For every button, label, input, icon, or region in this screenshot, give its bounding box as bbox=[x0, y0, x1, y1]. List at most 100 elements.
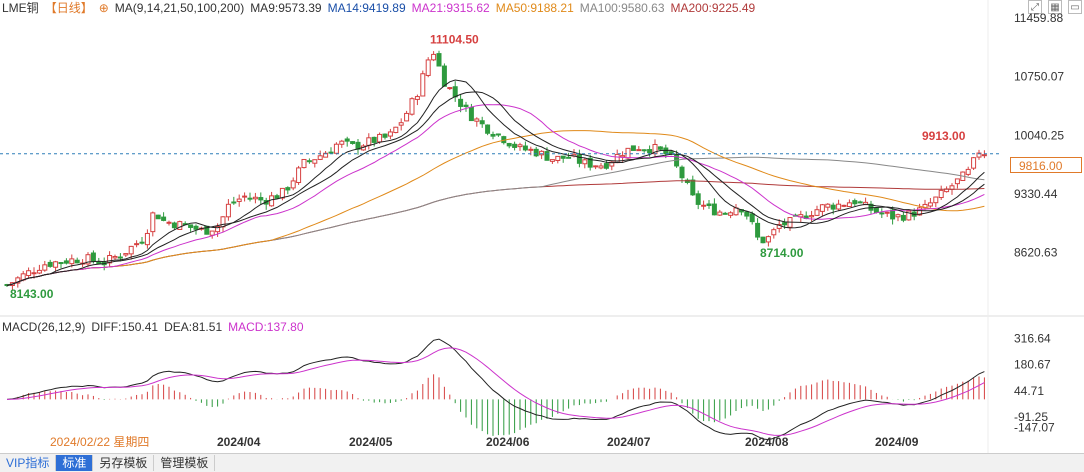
month-label: 2024/07 bbox=[607, 435, 651, 449]
candle-body bbox=[150, 212, 156, 233]
candle-body bbox=[630, 145, 636, 151]
candle-body bbox=[290, 180, 296, 189]
month-label: 2024/05 bbox=[349, 435, 393, 449]
candle-body bbox=[393, 126, 399, 134]
candle-body bbox=[690, 179, 696, 196]
tab-manage-template[interactable]: 管理模板 bbox=[154, 455, 216, 471]
dea-value: DEA:81.51 bbox=[164, 320, 223, 334]
tab-standard[interactable]: 标准 bbox=[56, 455, 94, 471]
candle-body bbox=[728, 212, 734, 216]
candle-body bbox=[576, 154, 582, 164]
candle-body bbox=[252, 196, 258, 200]
candle-body bbox=[431, 53, 437, 61]
tab-save-template[interactable]: 另存模板 bbox=[93, 455, 155, 471]
candle-body bbox=[350, 141, 356, 144]
start-low-annotation: 8143.00 bbox=[10, 287, 54, 301]
tab-vip[interactable]: VIP指标 bbox=[0, 455, 57, 471]
candle-body bbox=[695, 193, 701, 205]
candle-body bbox=[857, 201, 863, 204]
candle-body bbox=[544, 151, 550, 161]
price-tick-label: 10040.25 bbox=[1014, 128, 1064, 142]
candle-body bbox=[139, 241, 145, 244]
candle-body bbox=[517, 144, 523, 148]
candle-body bbox=[258, 197, 264, 201]
candle-body bbox=[722, 212, 728, 215]
high-annotation: 11104.50 bbox=[430, 32, 479, 46]
candle-body bbox=[425, 59, 431, 76]
price-chart: 11459.88 10750.07 10040.25 9330.44 8620.63 31… bbox=[0, 0, 1084, 453]
price-tick-label: 10750.07 bbox=[1014, 70, 1064, 84]
candle-body bbox=[603, 163, 609, 169]
candle-body bbox=[344, 138, 350, 142]
candle-body bbox=[749, 213, 755, 223]
candle-body bbox=[220, 216, 226, 228]
candle-body bbox=[895, 214, 901, 218]
candle-body bbox=[819, 204, 825, 212]
candle-body bbox=[765, 236, 771, 243]
candle-body bbox=[900, 214, 906, 221]
candle-body bbox=[625, 147, 631, 159]
candle-body bbox=[782, 222, 788, 226]
candle-body bbox=[701, 204, 707, 207]
macd-tick-label: 180.67 bbox=[1014, 358, 1051, 372]
ma21-line bbox=[6, 104, 985, 286]
candle-body bbox=[485, 124, 491, 134]
candle-body bbox=[26, 270, 32, 277]
candle-body bbox=[744, 211, 750, 217]
candle-body bbox=[155, 214, 161, 220]
macd-header: MACD(26,12,9) DIFF:150.41 DEA:81.51 MACD:13… bbox=[2, 319, 310, 335]
candle-body bbox=[846, 202, 852, 207]
candle-body bbox=[641, 149, 647, 152]
candle-body bbox=[490, 133, 496, 137]
candle-body bbox=[836, 203, 842, 210]
candle-body bbox=[225, 203, 231, 218]
candle-body bbox=[63, 260, 69, 264]
candle-body bbox=[414, 96, 420, 100]
candle-body bbox=[679, 166, 685, 179]
candle-body bbox=[420, 73, 426, 97]
candle-body bbox=[58, 262, 64, 265]
candle-body bbox=[236, 198, 242, 202]
price-tick-label: 8620.63 bbox=[1014, 246, 1058, 260]
candle-body bbox=[31, 272, 37, 275]
candle-body bbox=[479, 120, 485, 125]
recent-high-annotation: 9913.00 bbox=[922, 129, 966, 143]
candle-body bbox=[306, 160, 312, 163]
candle-body bbox=[193, 225, 199, 230]
candle-body bbox=[242, 195, 248, 198]
macd-tick-label: -147.07 bbox=[1014, 421, 1055, 435]
diff-line bbox=[6, 338, 985, 441]
candle-body bbox=[852, 200, 858, 205]
candle-body bbox=[274, 195, 280, 199]
candle-body bbox=[144, 232, 150, 246]
candle-body bbox=[582, 159, 588, 165]
candle-body bbox=[301, 158, 307, 169]
candle-body bbox=[188, 224, 194, 228]
ma14-line bbox=[6, 91, 985, 286]
candle-body bbox=[755, 222, 761, 238]
candle-body bbox=[706, 203, 712, 206]
candle-body bbox=[441, 65, 447, 87]
candle-body bbox=[458, 98, 464, 107]
candle-body bbox=[809, 215, 815, 218]
candle-body bbox=[971, 157, 977, 169]
candle-body bbox=[382, 133, 388, 138]
cursor-date-label: 2024/02/22 星期四 bbox=[50, 435, 149, 449]
candle-body bbox=[366, 137, 372, 146]
candle-body bbox=[317, 155, 323, 160]
month-label: 2024/04 bbox=[217, 435, 261, 449]
candle-body bbox=[74, 259, 80, 264]
macd-value: MACD:137.80 bbox=[228, 320, 304, 334]
candle-body bbox=[771, 229, 777, 236]
candle-body bbox=[371, 136, 377, 143]
month-label: 2024/08 bbox=[745, 435, 789, 449]
candle-body bbox=[555, 155, 561, 161]
candle-body bbox=[166, 221, 172, 224]
candle-body bbox=[409, 98, 415, 115]
candle-body bbox=[636, 149, 642, 152]
candle-body bbox=[377, 133, 383, 143]
diff-value: DIFF:150.41 bbox=[91, 320, 159, 334]
candle-body bbox=[760, 236, 766, 244]
month-label: 2024/09 bbox=[875, 435, 919, 449]
candle-body bbox=[209, 230, 215, 236]
